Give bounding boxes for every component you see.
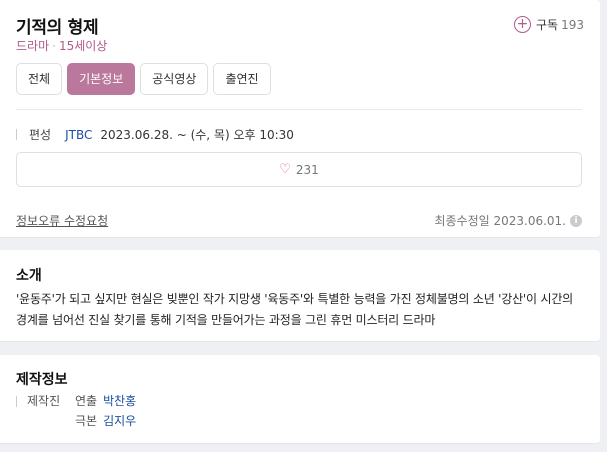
divider	[16, 109, 582, 110]
tab-cast[interactable]: 출연진	[213, 63, 271, 95]
production-title: 제작정보	[16, 372, 68, 388]
tab-all[interactable]: 전체	[16, 63, 63, 95]
production-category: 제작진	[27, 394, 61, 408]
genre-text: 드라마	[16, 39, 50, 53]
staff-role: 연출	[75, 394, 98, 408]
subscribe-count: 193	[561, 17, 584, 32]
heart-icon: ♡	[279, 162, 291, 177]
last-updated: 최종수정일 2023.06.01. i	[434, 212, 582, 229]
tab-bar: 전체 기본정보 공식영상 출연진	[16, 63, 271, 95]
broadcast-schedule: 2023.06.28. ~ (수, 목) 오후 10:30	[100, 128, 294, 142]
intro-card: 소개 '윤동주'가 되고 싶지만 현실은 빚뿐인 작가 지망생 '육동주'와 특…	[0, 250, 600, 342]
intro-title: 소개	[16, 268, 42, 284]
like-button[interactable]: ♡ 231	[16, 152, 582, 187]
row-marker	[16, 395, 17, 407]
report-error-link[interactable]: 정보오류 수정요청	[16, 212, 108, 229]
staff-name-link[interactable]: 김지우	[103, 411, 136, 431]
info-icon[interactable]: i	[570, 214, 582, 227]
station-link[interactable]: JTBC	[65, 128, 92, 142]
broadcast-label: 편성	[29, 128, 52, 142]
page-title: 기적의 형제	[16, 18, 99, 38]
program-meta: 드라마 · 15세이상	[16, 37, 107, 54]
production-card: 제작정보 제작진 연출 박찬홍 극본 김지우	[0, 355, 600, 444]
production-list: 제작진 연출 박찬홍 극본 김지우	[16, 391, 136, 431]
subscribe-label: 구독	[536, 18, 559, 32]
row-marker	[16, 129, 17, 140]
like-count: 231	[295, 162, 319, 177]
production-row: 제작진 연출 박찬홍	[16, 391, 136, 411]
plus-icon: +	[514, 16, 531, 33]
rating-text: 15세이상	[58, 39, 108, 53]
separator-dot: ·	[52, 39, 56, 53]
staff-role: 극본	[75, 414, 98, 428]
info-card: 기적의 형제 드라마 · 15세이상 + 구독 193 전체 기본정보 공식영상 출…	[0, 0, 600, 238]
tab-official-video[interactable]: 공식영상	[140, 63, 209, 95]
broadcast-row: 편성 JTBC 2023.06.28. ~ (수, 목) 오후 10:30	[16, 126, 294, 143]
tab-basic-info[interactable]: 기본정보	[67, 63, 136, 95]
intro-text: '윤동주'가 되고 싶지만 현실은 빚뿐인 작가 지망생 '육동주'와 특별한 …	[16, 292, 573, 327]
subscribe-button[interactable]: + 구독 193	[514, 16, 584, 33]
staff-name-link[interactable]: 박찬홍	[103, 391, 136, 411]
production-row: 극본 김지우	[16, 411, 136, 431]
last-updated-text: 최종수정일 2023.06.01.	[434, 214, 566, 228]
